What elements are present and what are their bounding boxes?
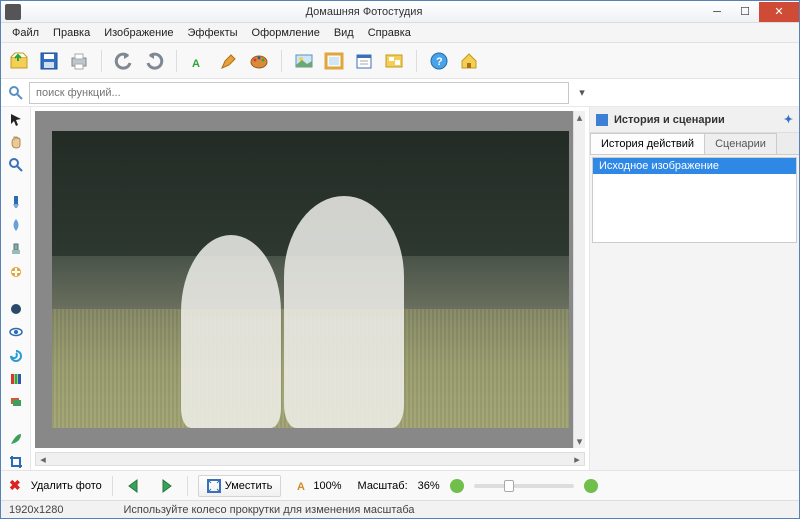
menu-effects[interactable]: Эффекты <box>181 25 245 41</box>
vertical-scrollbar[interactable]: ▴▾ <box>573 111 585 448</box>
hand-tool-icon[interactable] <box>6 134 26 149</box>
right-panel-tabs: История действий Сценарии <box>590 133 799 155</box>
zoom-slider[interactable] <box>474 484 574 488</box>
zoom-100-button[interactable]: A 100% <box>291 477 347 495</box>
maximize-button[interactable]: ☐ <box>731 2 759 22</box>
reset-zoom-icon: A <box>297 480 309 492</box>
tab-history[interactable]: История действий <box>590 133 705 154</box>
close-button[interactable]: ✕ <box>759 2 799 22</box>
right-panel-title: История и сценарии <box>614 114 725 126</box>
canvas[interactable]: ▴▾ <box>35 111 585 448</box>
heal-tool-icon[interactable] <box>6 264 26 279</box>
window-title: Домашняя Фотостудия <box>25 6 703 18</box>
photo-preview <box>52 131 569 428</box>
image-icon[interactable] <box>292 49 316 73</box>
save-icon[interactable] <box>37 49 61 73</box>
open-icon[interactable] <box>7 49 31 73</box>
status-hint: Используйте колесо прокрутки для изменен… <box>123 504 414 516</box>
redo-icon[interactable] <box>142 49 166 73</box>
fit-icon <box>207 479 221 493</box>
brush-tool-icon[interactable] <box>6 195 26 210</box>
search-input[interactable] <box>29 82 569 104</box>
delete-photo-button[interactable]: Удалить фото <box>31 480 102 492</box>
svg-text:?: ? <box>436 56 443 68</box>
canvas-wrap: ▴▾ ◂▸ <box>31 107 589 470</box>
panel-expand-icon[interactable]: ✦ <box>784 113 793 126</box>
image-dimensions: 1920x1280 <box>9 504 63 516</box>
history-list[interactable]: Исходное изображение <box>592 157 797 243</box>
menubar: Файл Правка Изображение Эффекты Оформлен… <box>1 23 799 43</box>
pointer-tool-icon[interactable] <box>6 111 26 126</box>
blur-tool-icon[interactable] <box>6 218 26 233</box>
palette-icon[interactable] <box>247 49 271 73</box>
status-bar: 1920x1280 Используйте колесо прокрутки д… <box>1 500 799 518</box>
search-row: ▾ <box>1 79 799 107</box>
svg-text:A: A <box>192 58 200 70</box>
main-toolbar: A ? <box>1 43 799 79</box>
menu-design[interactable]: Оформление <box>245 25 327 41</box>
menu-file[interactable]: Файл <box>5 25 46 41</box>
tab-scenarios[interactable]: Сценарии <box>704 133 777 154</box>
leaf-tool-icon[interactable] <box>6 432 26 447</box>
left-toolbar <box>1 107 31 470</box>
crop-tool-icon[interactable] <box>6 455 26 470</box>
darken-tool-icon[interactable] <box>6 302 26 317</box>
zoom-tool-icon[interactable] <box>6 157 26 172</box>
calendar-icon[interactable] <box>352 49 376 73</box>
print-icon[interactable] <box>67 49 91 73</box>
rgb-tool-icon[interactable] <box>6 371 26 386</box>
main-area: ▴▾ ◂▸ История и сценарии ✦ История дейст… <box>1 107 799 470</box>
zoom-value: 36% <box>418 480 440 492</box>
zoom-in-button[interactable] <box>584 479 598 493</box>
undo-icon[interactable] <box>112 49 136 73</box>
bottom-bar: ✖ Удалить фото Уместить A 100% Масштаб: … <box>1 470 799 500</box>
fit-label: Уместить <box>225 480 273 492</box>
zoom-label: Масштаб: <box>358 480 408 492</box>
eye-tool-icon[interactable] <box>6 325 26 340</box>
search-icon <box>7 84 25 102</box>
layers-tool-icon[interactable] <box>6 394 26 409</box>
zoom-out-button[interactable] <box>450 479 464 493</box>
help-icon[interactable]: ? <box>427 49 451 73</box>
titlebar: Домашняя Фотостудия ─ ☐ ✕ <box>1 1 799 23</box>
right-panel: История и сценарии ✦ История действий Сц… <box>589 107 799 470</box>
frame-icon[interactable] <box>322 49 346 73</box>
pen-icon[interactable] <box>217 49 241 73</box>
text-icon[interactable]: A <box>187 49 211 73</box>
history-item[interactable]: Исходное изображение <box>593 158 796 174</box>
clone-tool-icon[interactable] <box>6 241 26 256</box>
home-icon[interactable] <box>457 49 481 73</box>
history-panel-icon <box>596 114 608 126</box>
menu-image[interactable]: Изображение <box>97 25 180 41</box>
collage-icon[interactable] <box>382 49 406 73</box>
horizontal-scrollbar[interactable]: ◂▸ <box>35 452 585 466</box>
next-button[interactable] <box>155 476 177 496</box>
menu-view[interactable]: Вид <box>327 25 361 41</box>
zoom-100-label: 100% <box>313 480 341 492</box>
fit-button[interactable]: Уместить <box>198 475 282 497</box>
menu-help[interactable]: Справка <box>361 25 418 41</box>
app-icon <box>5 4 21 20</box>
menu-edit[interactable]: Правка <box>46 25 97 41</box>
prev-button[interactable] <box>123 476 145 496</box>
svg-text:A: A <box>297 481 305 492</box>
minimize-button[interactable]: ─ <box>703 2 731 22</box>
right-panel-header: История и сценарии ✦ <box>590 107 799 133</box>
delete-icon: ✖ <box>9 477 21 494</box>
swirl-tool-icon[interactable] <box>6 348 26 363</box>
search-dropdown-icon[interactable]: ▾ <box>573 86 591 99</box>
